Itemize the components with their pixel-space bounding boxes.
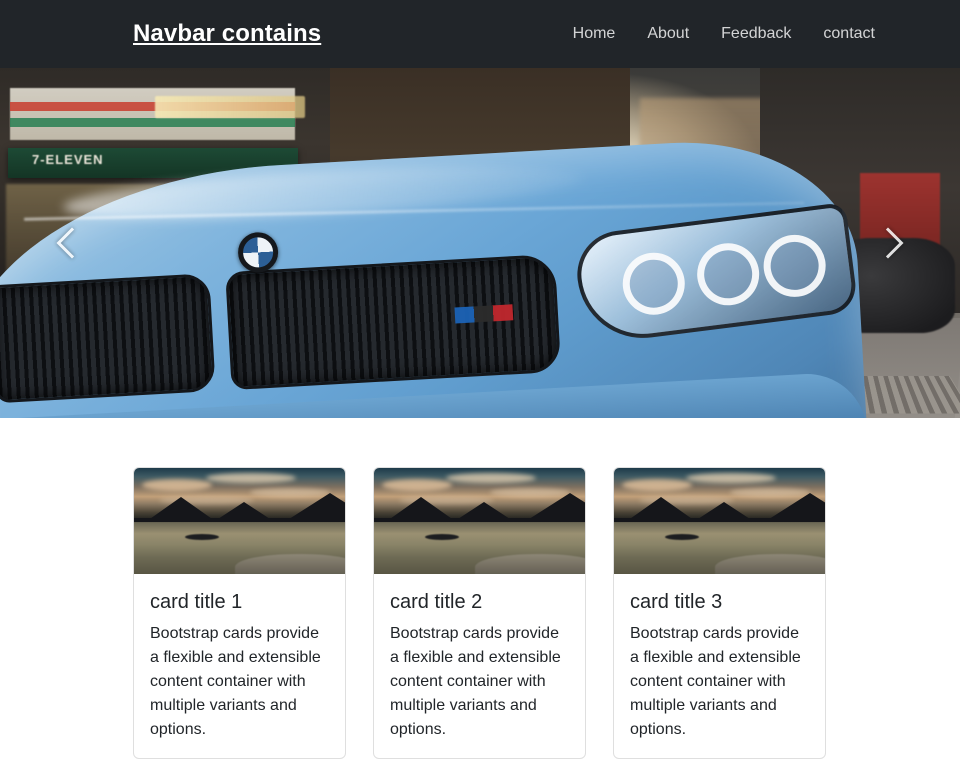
- card-1: card title 1 Bootstrap cards provide a f…: [133, 467, 346, 759]
- card-body-2: card title 2 Bootstrap cards provide a f…: [374, 574, 585, 758]
- card-deck: card title 1 Bootstrap cards provide a f…: [133, 418, 960, 759]
- cloud: [382, 478, 453, 491]
- carousel-indicators: [0, 388, 960, 418]
- nav-link-home[interactable]: Home: [557, 16, 632, 51]
- shoreline: [134, 517, 345, 522]
- cloud: [142, 478, 213, 491]
- chevron-left-icon: [56, 227, 88, 259]
- carousel-indicator-2[interactable]: [465, 409, 495, 418]
- halo-ring: [619, 249, 689, 319]
- foreground-rock: [715, 554, 825, 574]
- mountain: [698, 501, 751, 519]
- carousel-indicator-1[interactable]: [429, 409, 459, 418]
- navbar-brand[interactable]: Navbar contains: [133, 22, 321, 46]
- shoreline: [614, 517, 825, 522]
- carousel-next-button[interactable]: [816, 68, 960, 418]
- bmw-roundel-badge: [237, 231, 280, 274]
- card-body-3: card title 3 Bootstrap cards provide a f…: [614, 574, 825, 758]
- shoreline: [374, 517, 585, 522]
- card-title-2: card title 2: [390, 591, 483, 613]
- navbar: Navbar contains Home About Feedback cont…: [0, 0, 960, 68]
- card-text-3: Bootstrap cards provide a flexible and e…: [630, 625, 801, 738]
- mountain: [458, 501, 511, 519]
- carousel-prev-button[interactable]: [0, 68, 144, 418]
- kidney-grille-right: [225, 253, 562, 391]
- card-text-1: Bootstrap cards provide a flexible and e…: [150, 625, 321, 738]
- foreground-rock: [235, 554, 345, 574]
- card-image-2: [374, 468, 585, 574]
- card-image-1: [134, 468, 345, 574]
- islet: [664, 533, 699, 540]
- card-text-2: Bootstrap cards provide a flexible and e…: [390, 625, 561, 738]
- chevron-right-icon: [872, 227, 904, 259]
- cloud: [622, 478, 693, 491]
- card-3: card title 3 Bootstrap cards provide a f…: [613, 467, 826, 759]
- m-performance-badge: [454, 304, 514, 324]
- mountain: [218, 501, 271, 519]
- islet: [184, 533, 219, 540]
- navbar-links: Home About Feedback contact: [557, 16, 928, 51]
- nav-link-about[interactable]: About: [631, 16, 705, 51]
- neon-sign: [155, 96, 305, 118]
- cloud: [685, 473, 776, 484]
- card-image-3: [614, 468, 825, 574]
- carousel: 7-ELEVEN Juice: [0, 68, 960, 418]
- cloud: [205, 473, 296, 484]
- nav-link-contact[interactable]: contact: [807, 16, 891, 51]
- halo-ring: [693, 239, 763, 309]
- card-title-3: card title 3: [630, 591, 723, 613]
- card-2: card title 2 Bootstrap cards provide a f…: [373, 467, 586, 759]
- nav-link-feedback[interactable]: Feedback: [705, 16, 807, 51]
- carousel-indicator-3[interactable]: [501, 409, 531, 418]
- card-title-1: card title 1: [150, 591, 243, 613]
- cloud: [445, 473, 536, 484]
- islet: [424, 533, 459, 540]
- foreground-rock: [475, 554, 585, 574]
- card-body-1: card title 1 Bootstrap cards provide a f…: [134, 574, 345, 758]
